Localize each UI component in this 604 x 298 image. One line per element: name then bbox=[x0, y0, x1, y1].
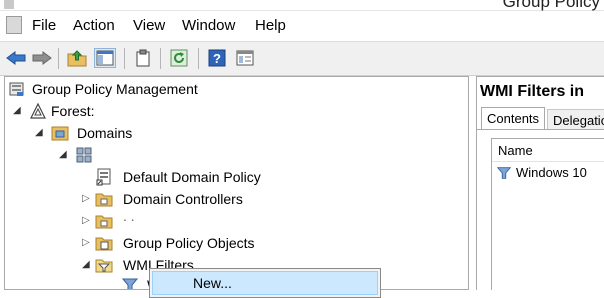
gpo-folder-icon bbox=[95, 237, 113, 251]
svg-text:?: ? bbox=[213, 51, 221, 66]
collapsed-arrow-icon[interactable]: ▷ bbox=[82, 215, 90, 226]
collapsed-arrow-icon[interactable]: ▷ bbox=[82, 193, 90, 204]
forward-arrow-icon[interactable] bbox=[31, 48, 53, 68]
gpo-link-icon bbox=[96, 168, 111, 186]
domain-icon bbox=[76, 147, 92, 163]
tree-label: Group Policy Objects bbox=[123, 235, 255, 251]
collapsed-arrow-icon[interactable]: ▷ bbox=[82, 237, 90, 248]
details-pane: WMI Filters in Contents Delegation Name … bbox=[476, 76, 604, 290]
menu-action[interactable]: Action bbox=[73, 17, 115, 34]
menu-help[interactable]: Help bbox=[255, 17, 286, 34]
tree-label: Forest: bbox=[51, 103, 95, 119]
tree-label: Domains bbox=[77, 125, 133, 141]
toolbar-separator bbox=[124, 48, 125, 69]
toolbar-separator bbox=[198, 48, 199, 69]
domains-icon bbox=[51, 126, 69, 141]
menu-bar: File Action View Window Help bbox=[0, 11, 604, 41]
expanded-arrow-icon[interactable]: ◢ bbox=[35, 127, 43, 138]
tab-contents[interactable]: Contents bbox=[481, 107, 546, 129]
wmi-filter-icon bbox=[121, 278, 139, 289]
toolbar-separator bbox=[58, 48, 59, 69]
wmi-filter-icon bbox=[496, 167, 512, 179]
wmi-folder-icon bbox=[95, 259, 113, 273]
details-title: WMI Filters in bbox=[480, 83, 584, 100]
ou-folder-icon bbox=[95, 193, 113, 207]
toolbar: ? bbox=[0, 41, 604, 76]
toolbar-separator bbox=[160, 48, 161, 69]
app-icon bbox=[4, 0, 14, 9]
forest-icon bbox=[30, 102, 46, 119]
clipboard-icon[interactable] bbox=[132, 48, 154, 68]
menu-file[interactable]: File bbox=[32, 17, 56, 34]
tree-label: Domain Controllers bbox=[123, 191, 243, 207]
context-menu-item-new[interactable]: New... bbox=[152, 271, 378, 295]
context-menu-label: New... bbox=[193, 275, 232, 291]
expanded-arrow-icon[interactable]: ◢ bbox=[13, 105, 21, 116]
tree-label: Default Domain Policy bbox=[123, 169, 261, 185]
expanded-arrow-icon[interactable]: ◢ bbox=[59, 149, 67, 160]
up-folder-icon[interactable] bbox=[66, 48, 88, 68]
tree-label: Group Policy Management bbox=[32, 81, 198, 97]
list-item-label: Windows 10 bbox=[516, 165, 587, 180]
context-menu: New... bbox=[149, 268, 381, 298]
expanded-arrow-icon[interactable]: ◢ bbox=[82, 259, 90, 270]
wmi-filter-list[interactable]: Name Windows 10 bbox=[491, 138, 604, 290]
show-hide-tree-icon[interactable] bbox=[94, 48, 116, 68]
system-menu-icon[interactable] bbox=[6, 16, 22, 34]
menu-view[interactable]: View bbox=[133, 17, 165, 34]
properties-icon[interactable] bbox=[234, 48, 256, 68]
tab-delegation[interactable]: Delegation bbox=[547, 109, 604, 129]
column-header-name[interactable]: Name bbox=[492, 139, 604, 162]
help-icon[interactable]: ? bbox=[206, 48, 228, 68]
ou-folder-icon bbox=[95, 215, 113, 229]
console-tree[interactable]: Group Policy Management ◢ Forest: ◢ Doma… bbox=[4, 76, 469, 290]
tree-label: . . bbox=[123, 208, 135, 224]
column-header-label: Name bbox=[498, 143, 533, 158]
tab-divider bbox=[477, 129, 604, 130]
refresh-icon[interactable] bbox=[168, 48, 190, 68]
gpm-root-icon bbox=[9, 82, 24, 96]
title-bar: Group Policy bbox=[0, 0, 604, 11]
back-arrow-icon[interactable] bbox=[5, 48, 27, 68]
menu-window[interactable]: Window bbox=[182, 17, 235, 34]
